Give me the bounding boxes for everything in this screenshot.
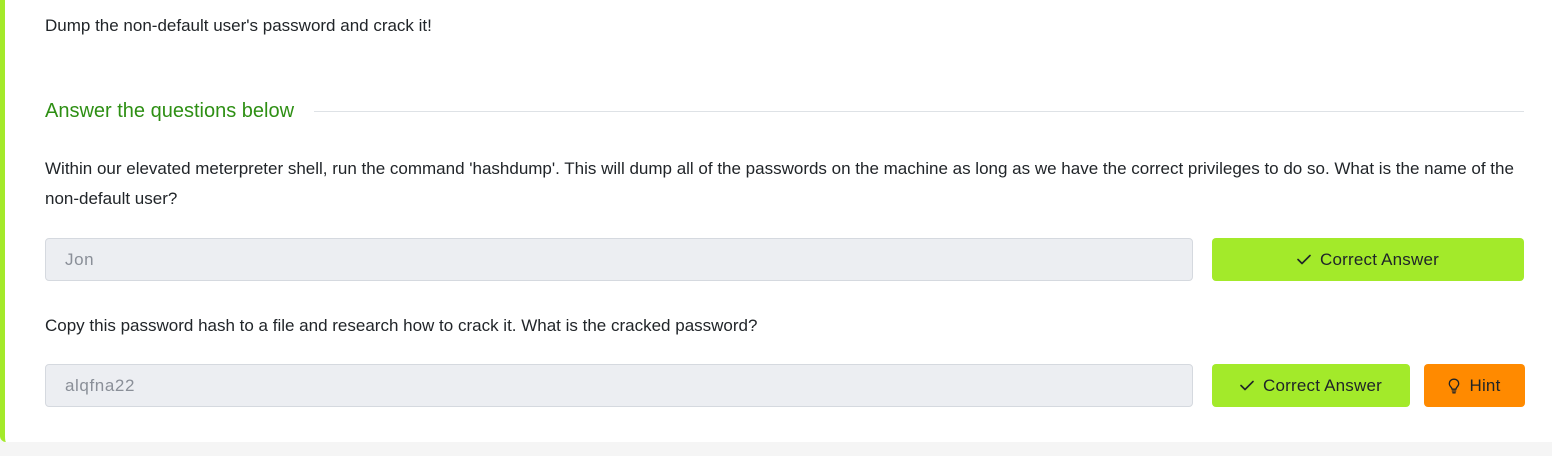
- question-1-answer-field[interactable]: Jon: [45, 238, 1193, 281]
- task-card: Dump the non-default user's password and…: [0, 0, 1552, 442]
- question-1-button-label: Correct Answer: [1319, 249, 1439, 269]
- answer-section-header: Answer the questions below: [45, 98, 1524, 124]
- question-2-correct-answer-button[interactable]: Correct Answer: [1212, 364, 1410, 407]
- question-2-button-label: Correct Answer: [1262, 375, 1382, 395]
- section-title: Answer the questions below: [45, 99, 295, 122]
- question-2-answer-field[interactable]: alqfna22: [45, 364, 1193, 407]
- question-1-answer-value: Jon: [65, 249, 95, 269]
- question-2-text: Copy this password hash to a file and re…: [45, 316, 758, 335]
- task-intro: Dump the non-default user's password and…: [45, 16, 432, 35]
- section-divider: [314, 110, 1524, 112]
- question-2-answer-value: alqfna22: [65, 375, 136, 395]
- question-2-hint-label: Hint: [1469, 375, 1501, 395]
- question-2-hint-button[interactable]: Hint: [1424, 364, 1525, 407]
- check-icon: [1240, 380, 1254, 391]
- question-1-correct-answer-button[interactable]: Correct Answer: [1212, 238, 1524, 281]
- check-icon: [1297, 254, 1311, 265]
- question-1-text: Within our elevated meterpreter shell, r…: [45, 159, 1514, 208]
- lightbulb-icon: [1448, 378, 1460, 394]
